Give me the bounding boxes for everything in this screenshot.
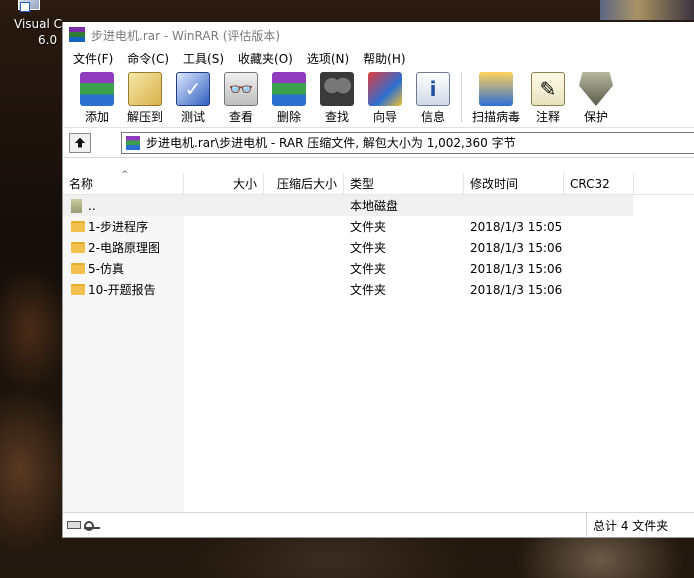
path-text: 步进电机.rar\步进电机 - RAR 压缩文件, 解包大小为 1,002,36… xyxy=(146,136,516,150)
name-cell: 2-电路原理图 xyxy=(63,239,184,256)
item-name: 2-电路原理图 xyxy=(88,241,160,255)
folder-icon xyxy=(71,242,85,253)
menu-file[interactable]: 文件(F) xyxy=(66,50,120,67)
menu-commands[interactable]: 命令(C) xyxy=(120,50,176,67)
find-button[interactable]: 查找 xyxy=(313,68,361,125)
column-packed-size[interactable]: 压缩后大小 xyxy=(264,173,344,195)
disk-icon[interactable] xyxy=(67,521,81,529)
delete-button[interactable]: 删除 xyxy=(265,68,313,125)
protect-button-label: 保护 xyxy=(583,110,608,124)
menu-help[interactable]: 帮助(H) xyxy=(356,50,412,67)
comment-button-label: 注释 xyxy=(535,110,560,124)
folder-icon xyxy=(71,263,85,274)
address-bar: 步进电机.rar\步进电机 - RAR 压缩文件, 解包大小为 1,002,36… xyxy=(63,128,694,158)
item-name: .. xyxy=(88,198,96,213)
name-cell: .. xyxy=(63,198,184,213)
virus-scan-button[interactable]: 扫描病毒 xyxy=(468,68,524,125)
desktop-icon-label-2: 6.0 xyxy=(38,33,58,47)
key-icon[interactable] xyxy=(84,521,100,531)
shield-icon xyxy=(579,72,613,106)
virus-scan-icon xyxy=(479,72,513,106)
menu-bar: 文件(F) 命令(C) 工具(S) 收藏夹(O) 选项(N) 帮助(H) xyxy=(63,48,694,68)
column-size[interactable]: 大小 xyxy=(184,173,264,195)
info-button[interactable]: i 信息 xyxy=(409,68,457,125)
drive-icon xyxy=(71,198,82,213)
shortcut-arrow-icon xyxy=(20,2,30,12)
folder-icon xyxy=(71,284,85,295)
winrar-window: 步进电机.rar - WinRAR (评估版本) 文件(F) 命令(C) 工具(… xyxy=(62,22,694,538)
delete-icon xyxy=(272,72,306,106)
add-archive-icon xyxy=(80,72,114,106)
sort-ascending-icon: ^ xyxy=(121,170,129,180)
column-crc32[interactable]: CRC32 xyxy=(564,173,634,195)
column-modified[interactable]: 修改时间 xyxy=(464,173,564,195)
add-button-label: 添加 xyxy=(84,110,109,124)
view-button[interactable]: 👓 查看 xyxy=(217,68,265,125)
up-arrow-icon xyxy=(75,137,85,148)
comment-icon: ✎ xyxy=(531,72,565,106)
up-folder-button[interactable] xyxy=(69,132,91,153)
status-left xyxy=(63,512,587,538)
status-bar: 总计 4 文件夹 xyxy=(63,512,694,538)
status-summary: 总计 4 文件夹 xyxy=(593,518,669,533)
window-title: 步进电机.rar - WinRAR (评估版本) xyxy=(91,28,281,43)
item-modified: 2018/1/3 15:05 xyxy=(470,219,563,234)
comment-button[interactable]: ✎ 注释 xyxy=(524,68,572,125)
item-type: 文件夹 xyxy=(350,283,387,297)
list-item[interactable]: 2-电路原理图 文件夹 2018/1/3 15:06 xyxy=(63,237,694,258)
folder-icon xyxy=(71,221,85,232)
item-type: 文件夹 xyxy=(350,220,387,234)
find-button-label: 查找 xyxy=(324,110,349,124)
column-headers: ^ 名称 大小 压缩后大小 类型 修改时间 CRC32 xyxy=(63,170,694,195)
desktop-icon-label: Visual C xyxy=(14,17,63,31)
wizard-icon xyxy=(368,72,402,106)
item-type: 本地磁盘 xyxy=(350,199,399,213)
view-icon: 👓 xyxy=(224,72,258,106)
binoculars-icon xyxy=(320,72,354,106)
wallpaper-art xyxy=(600,0,694,20)
info-icon: i xyxy=(416,72,450,106)
extract-button[interactable]: 解压到 xyxy=(121,68,169,125)
file-list[interactable]: ^ 名称 大小 压缩后大小 类型 修改时间 CRC32 .. 本地磁盘 1-步进… xyxy=(63,170,694,513)
name-cell: 10-开题报告 xyxy=(63,281,184,298)
view-button-label: 查看 xyxy=(228,110,253,124)
protect-button[interactable]: 保护 xyxy=(572,68,620,125)
path-field[interactable]: 步进电机.rar\步进电机 - RAR 压缩文件, 解包大小为 1,002,36… xyxy=(121,131,694,154)
virus-scan-button-label: 扫描病毒 xyxy=(471,110,520,124)
item-name: 5-仿真 xyxy=(88,262,124,276)
menu-options[interactable]: 选项(N) xyxy=(300,50,356,67)
name-cell: 1-步进程序 xyxy=(63,218,184,235)
item-type: 文件夹 xyxy=(350,262,387,276)
column-type[interactable]: 类型 xyxy=(344,173,464,195)
item-name: 1-步进程序 xyxy=(88,220,148,234)
item-type: 文件夹 xyxy=(350,241,387,255)
winrar-app-icon xyxy=(69,27,85,43)
toolbar: 添加 解压到 ✓ 测试 👓 查看 删除 查找 向导 i 信息 扫描病毒 ✎ 注释… xyxy=(63,68,694,128)
wizard-button-label: 向导 xyxy=(372,110,397,124)
delete-button-label: 删除 xyxy=(276,110,301,124)
item-modified: 2018/1/3 15:06 xyxy=(470,261,563,276)
list-item-parent[interactable]: .. 本地磁盘 xyxy=(63,195,633,216)
test-button[interactable]: ✓ 测试 xyxy=(169,68,217,125)
wizard-button[interactable]: 向导 xyxy=(361,68,409,125)
info-button-label: 信息 xyxy=(420,110,445,124)
title-bar[interactable]: 步进电机.rar - WinRAR (评估版本) xyxy=(63,22,694,48)
menu-favorites[interactable]: 收藏夹(O) xyxy=(231,50,300,67)
item-modified: 2018/1/3 15:06 xyxy=(470,282,563,297)
list-item[interactable]: 1-步进程序 文件夹 2018/1/3 15:05 xyxy=(63,216,694,237)
extract-icon xyxy=(128,72,162,106)
item-modified: 2018/1/3 15:06 xyxy=(470,240,563,255)
list-item[interactable]: 5-仿真 文件夹 2018/1/3 15:06 xyxy=(63,258,694,279)
add-button[interactable]: 添加 xyxy=(73,68,121,125)
desktop-icon-visual-c[interactable]: Visual C 6.0 xyxy=(0,0,62,50)
archive-icon xyxy=(126,135,140,150)
name-cell: 5-仿真 xyxy=(63,260,184,277)
extract-button-label: 解压到 xyxy=(126,110,163,124)
test-icon: ✓ xyxy=(176,72,210,106)
test-button-label: 测试 xyxy=(180,110,205,124)
list-item[interactable]: 10-开题报告 文件夹 2018/1/3 15:06 xyxy=(63,279,694,300)
menu-tools[interactable]: 工具(S) xyxy=(176,50,231,67)
toolbar-separator xyxy=(461,72,462,122)
item-name: 10-开题报告 xyxy=(88,283,156,297)
